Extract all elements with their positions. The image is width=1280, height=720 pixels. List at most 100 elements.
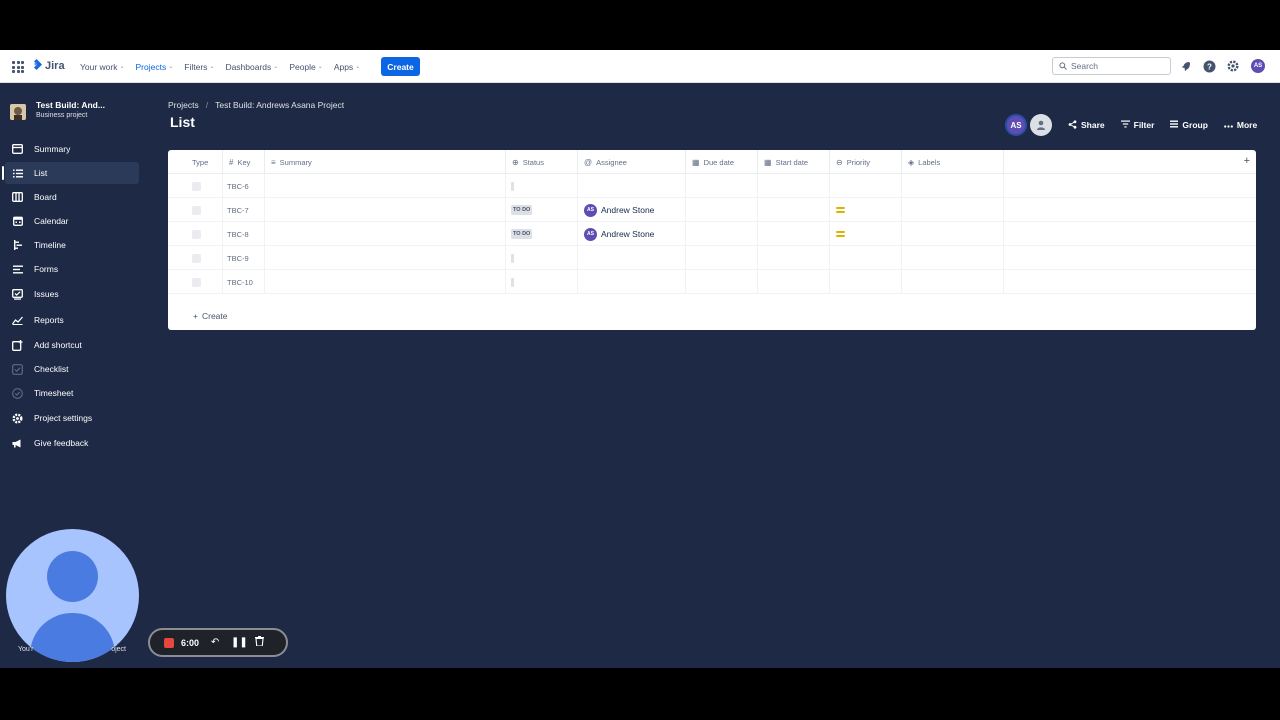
sidebar-item-project-settings[interactable]: Project settings [5,407,139,429]
sidebar-item-board[interactable]: Board [5,186,139,208]
app-switcher-icon[interactable] [12,61,24,73]
summary-cell[interactable] [265,270,506,294]
sidebar-item-calendar[interactable]: Calendar [5,210,139,232]
undo-icon[interactable]: ↶ [209,637,221,648]
search-input[interactable] [1071,61,1161,71]
due-date-cell[interactable] [686,198,758,222]
column-header-type[interactable]: Type [168,150,223,174]
group-button[interactable]: Group [1170,120,1208,130]
sidebar-item-issues[interactable]: Issues [5,283,139,305]
nav-projects[interactable]: Projects ⌄ [136,62,174,72]
start-date-cell[interactable] [758,270,830,294]
key-cell[interactable]: TBC-8 [223,222,265,246]
summary-cell[interactable] [265,198,506,222]
status-cell[interactable]: TO DO [506,198,578,222]
breadcrumb-projects-link[interactable]: Projects [168,100,199,110]
assignee-cell[interactable] [578,246,686,270]
column-header-assignee[interactable]: @ Assignee [578,150,686,174]
sidebar-item-list[interactable]: List [2,162,139,184]
table-row[interactable]: TBC-7 TO DO AS Andrew Stone [168,198,1256,222]
breadcrumb-project-link[interactable]: Test Build: Andrews Asana Project [215,100,344,110]
column-header-summary[interactable]: ≡ Summary [265,150,506,174]
stop-recording-icon[interactable] [164,637,174,648]
column-header-due-date[interactable]: ▦ Due date [686,150,758,174]
priority-cell[interactable] [830,222,902,246]
more-button[interactable]: More [1224,120,1257,130]
webcam-bubble[interactable] [6,529,139,662]
labels-cell[interactable] [902,222,1004,246]
labels-cell[interactable] [902,270,1004,294]
summary-cell[interactable] [265,222,506,246]
project-header[interactable]: Test Build: And... Business project [10,100,105,120]
assignee-cell[interactable]: AS Andrew Stone [578,222,686,246]
sidebar-item-timeline[interactable]: Timeline [5,234,139,256]
share-button[interactable]: Share [1068,119,1105,131]
trash-icon[interactable] [253,636,265,649]
sidebar-item-timesheet[interactable]: Timesheet [5,382,139,404]
column-header-labels[interactable]: ◈ Labels [902,150,1004,174]
sidebar-item-give-feedback[interactable]: Give feedback [5,432,139,454]
sidebar-item-add-shortcut[interactable]: Add shortcut [5,334,139,356]
status-lozenge[interactable]: TO DO [511,205,533,215]
add-column-icon[interactable]: + [1244,155,1250,167]
jira-logo[interactable]: Jira [31,59,65,72]
member-avatar[interactable]: AS [1005,114,1027,136]
table-row[interactable]: TBC-8 TO DO AS Andrew Stone [168,222,1256,246]
status-cell[interactable]: TO DO [506,222,578,246]
priority-cell[interactable] [830,246,902,270]
nav-people[interactable]: People ⌄ [289,62,323,72]
filter-button[interactable]: Filter [1120,120,1154,130]
create-issue-button[interactable]: + Create [193,311,227,321]
column-header-priority[interactable]: ⊖ Priority [830,150,902,174]
table-row[interactable]: TBC-10 [168,270,1256,294]
sidebar-item-checklist[interactable]: Checklist [5,358,139,380]
summary-cell[interactable] [265,246,506,270]
due-date-cell[interactable] [686,270,758,294]
nav-your-work[interactable]: Your work ⌄ [80,62,125,72]
labels-cell[interactable] [902,174,1004,198]
add-people-icon[interactable] [1030,114,1052,136]
key-cell[interactable]: TBC-7 [223,198,265,222]
settings-icon[interactable] [1226,59,1240,73]
due-date-cell[interactable] [686,246,758,270]
table-row[interactable]: TBC-6 [168,174,1256,198]
start-date-cell[interactable] [758,174,830,198]
start-date-cell[interactable] [758,222,830,246]
column-header-status[interactable]: ⊕ Status [506,150,578,174]
due-date-cell[interactable] [686,174,758,198]
column-header-start-date[interactable]: ▦ Start date [758,150,830,174]
nav-apps[interactable]: Apps ⌄ [334,62,360,72]
sidebar-item-reports[interactable]: Reports [5,309,139,331]
nav-filters[interactable]: Filters ⌄ [184,62,214,72]
column-header-key[interactable]: # Key [223,150,265,174]
status-cell[interactable] [506,174,578,198]
status-cell[interactable] [506,270,578,294]
status-cell[interactable] [506,246,578,270]
assignee-cell[interactable] [578,174,686,198]
priority-cell[interactable] [830,270,902,294]
notifications-icon[interactable] [1178,59,1192,73]
start-date-cell[interactable] [758,198,830,222]
help-icon[interactable]: ? [1202,59,1216,73]
table-row[interactable]: TBC-9 [168,246,1256,270]
start-date-cell[interactable] [758,246,830,270]
create-button[interactable]: Create [381,57,420,76]
nav-dashboards[interactable]: Dashboards ⌄ [225,62,278,72]
priority-cell[interactable] [830,198,902,222]
summary-cell[interactable] [265,174,506,198]
search-box[interactable] [1052,57,1171,75]
key-cell[interactable]: TBC-6 [223,174,265,198]
key-cell[interactable]: TBC-9 [223,246,265,270]
assignee-cell[interactable] [578,270,686,294]
status-lozenge[interactable]: TO DO [511,229,533,239]
pause-icon[interactable]: ❚❚ [231,637,248,648]
sidebar-item-forms[interactable]: Forms [5,258,139,280]
sidebar-item-summary[interactable]: Summary [5,138,139,160]
assignee-cell[interactable]: AS Andrew Stone [578,198,686,222]
profile-avatar[interactable]: AS [1251,59,1265,73]
key-cell[interactable]: TBC-10 [223,270,265,294]
labels-cell[interactable] [902,198,1004,222]
due-date-cell[interactable] [686,222,758,246]
labels-cell[interactable] [902,246,1004,270]
priority-cell[interactable] [830,174,902,198]
